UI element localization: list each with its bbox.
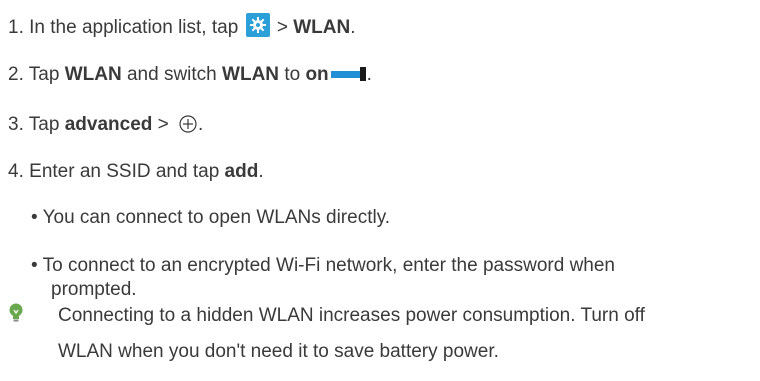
bullet-marker: • [31,255,38,276]
bullet-text: To connect to an encrypted Wi-Fi network… [42,255,615,276]
toggle-knob [359,67,366,81]
step-4-add: add [224,161,259,182]
step-4-period: . [258,161,264,182]
step-3-separator: > [157,114,169,135]
bullet-marker: • [31,207,38,228]
step-2-text: Tap [28,64,60,85]
step-2-text-3: to [284,64,301,85]
lightbulb-icon [8,303,24,323]
toggle-switch-icon [330,67,367,81]
step-3-period: . [198,114,204,135]
step-2-wlan-2: WLAN [222,64,280,85]
step-1-separator: > [276,17,288,38]
step-2-period: . [366,64,372,85]
toggle-track [330,71,361,78]
step-1-number: 1. [8,17,24,38]
step-2-on: on [305,64,329,85]
step-3-advanced: advanced [64,114,153,135]
step-4-number: 4. [8,161,24,182]
tip-text: Connecting to a hidden WLAN increases po… [58,298,758,370]
step-1-period: . [350,17,356,38]
step-2-text-2: and switch [126,64,217,85]
step-3-number: 3. [8,114,24,135]
step-4-text: Enter an SSID and tap [29,161,220,182]
step-2-number: 2. [8,64,24,85]
step-2: 2. Tap WLAN and switch WLAN to on. [8,63,372,87]
step-3-text: Tap [28,114,60,135]
step-1-wlan: WLAN [293,17,351,38]
bullet-item-1: • You can connect to open WLANs directly… [31,204,390,232]
step-1: 1. In the application list, tap > WLAN. [8,13,356,40]
tip-line-2: WLAN when you don't need it to save batt… [58,341,499,362]
step-3: 3. Tap advanced > . [8,113,203,137]
add-circle-icon [178,114,198,134]
step-1-text: In the application list, tap [29,17,239,38]
step-4: 4. Enter an SSID and tap add. [8,160,264,184]
settings-gear-icon [245,13,270,37]
step-2-wlan-1: WLAN [64,64,122,85]
bullet-text: You can connect to open WLANs directly. [42,207,391,228]
bullet-item-2: • To connect to an encrypted Wi-Fi netwo… [31,252,615,304]
tip-line-1: Connecting to a hidden WLAN increases po… [58,305,645,326]
